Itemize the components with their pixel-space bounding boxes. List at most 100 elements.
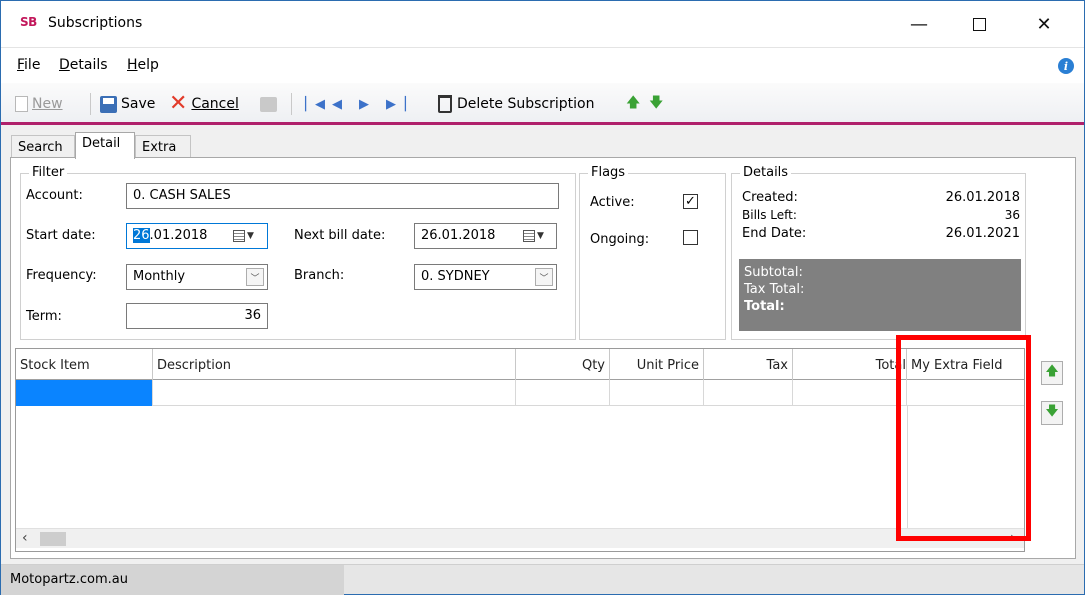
toolbar-separator bbox=[90, 93, 91, 115]
created-row: Created: 26.01.2018 bbox=[742, 190, 1020, 205]
next-record-icon: ▶ bbox=[359, 96, 369, 112]
cell-qty[interactable] bbox=[516, 380, 610, 406]
scrollbar-thumb[interactable] bbox=[40, 532, 66, 546]
move-row-up-button[interactable]: 🡅 bbox=[1041, 361, 1063, 385]
branch-select[interactable]: 0. SYDNEY ﹀ bbox=[414, 264, 557, 290]
new-button[interactable]: New bbox=[15, 93, 63, 115]
column-qty[interactable]: Qty bbox=[516, 349, 610, 380]
last-record-button[interactable]: ▶▕ bbox=[386, 93, 406, 115]
end-date-label: End Date: bbox=[742, 226, 807, 241]
subtotal-label: Subtotal: bbox=[744, 265, 803, 280]
calendar-icon[interactable]: ▼ bbox=[233, 228, 259, 244]
created-label: Created: bbox=[742, 190, 798, 205]
frequency-value: Monthly bbox=[133, 269, 186, 284]
column-total[interactable]: Total bbox=[793, 349, 907, 380]
active-checkbox[interactable]: ✓ bbox=[683, 194, 698, 209]
save-button[interactable]: Save bbox=[100, 93, 155, 115]
menu-help[interactable]: Help bbox=[127, 57, 159, 73]
move-down-button[interactable]: 🡇 bbox=[649, 93, 663, 115]
ongoing-checkbox[interactable] bbox=[683, 230, 698, 245]
properties-button[interactable] bbox=[260, 93, 281, 115]
title-bar: SB Subscriptions — ✕ bbox=[1, 1, 1084, 47]
column-description[interactable]: Description bbox=[153, 349, 516, 380]
properties-icon bbox=[260, 96, 277, 112]
cell-unit-price[interactable] bbox=[610, 380, 704, 406]
branch-label: Branch: bbox=[294, 268, 345, 283]
first-record-button[interactable]: ▏◀ bbox=[305, 93, 325, 115]
created-value: 26.01.2018 bbox=[945, 190, 1020, 205]
close-icon: ✕ bbox=[1036, 13, 1052, 35]
arrow-up-icon: 🡅 bbox=[626, 95, 641, 111]
menu-bar: File Details Help i bbox=[1, 47, 1084, 83]
next-record-button[interactable]: ▶ bbox=[359, 93, 369, 115]
new-icon bbox=[15, 96, 28, 112]
table-row[interactable] bbox=[16, 380, 1024, 406]
flags-legend: Flags bbox=[588, 165, 629, 180]
horizontal-scrollbar[interactable]: ‹ › bbox=[16, 528, 1024, 548]
scroll-left-icon[interactable]: ‹ bbox=[22, 530, 28, 546]
cell-tax[interactable] bbox=[704, 380, 793, 406]
arrow-up-icon: 🡅 bbox=[1045, 364, 1059, 379]
info-icon[interactable]: i bbox=[1058, 58, 1074, 74]
column-tax[interactable]: Tax bbox=[704, 349, 793, 380]
minimize-icon: — bbox=[910, 13, 928, 35]
active-label: Active: bbox=[590, 195, 635, 210]
bills-left-value: 36 bbox=[1004, 208, 1020, 222]
tab-extra[interactable]: Extra bbox=[135, 135, 191, 158]
frequency-select[interactable]: Monthly ﹀ bbox=[126, 264, 268, 290]
bills-left-row: Bills Left: 36 bbox=[742, 208, 1020, 222]
next-bill-date-field[interactable]: 26.01.2018 ▼ bbox=[414, 223, 557, 249]
cancel-icon: ✕ bbox=[169, 91, 188, 116]
filter-legend: Filter bbox=[29, 165, 68, 180]
window-title: Subscriptions bbox=[48, 15, 143, 31]
tab-detail[interactable]: Detail bbox=[75, 132, 135, 159]
previous-record-icon: ◀ bbox=[332, 96, 342, 112]
frequency-label: Frequency: bbox=[26, 268, 97, 283]
close-button[interactable]: ✕ bbox=[1021, 1, 1067, 47]
start-date-value: .01.2018 bbox=[149, 228, 208, 243]
new-button-label: New bbox=[32, 96, 63, 112]
column-unit-price[interactable]: Unit Price bbox=[610, 349, 704, 380]
subscriptions-window: SB Subscriptions — ✕ File Details Help i… bbox=[0, 0, 1085, 595]
ongoing-label: Ongoing: bbox=[590, 232, 650, 247]
arrow-down-icon: 🡇 bbox=[649, 95, 664, 111]
term-label: Term: bbox=[26, 309, 62, 324]
minimize-button[interactable]: — bbox=[896, 1, 942, 47]
line-items-grid[interactable]: Stock Item Description Qty Unit Price Ta… bbox=[15, 348, 1025, 552]
previous-record-button[interactable]: ◀ bbox=[332, 93, 342, 115]
term-field[interactable]: 36 bbox=[126, 303, 268, 329]
cancel-button-label: Cancel bbox=[191, 96, 239, 112]
tax-total-label: Tax Total: bbox=[744, 282, 805, 297]
menu-details[interactable]: Details bbox=[59, 57, 108, 73]
filter-group: Filter Account: 0. CASH SALES Start date… bbox=[20, 165, 576, 340]
end-date-value: 26.01.2021 bbox=[945, 226, 1020, 241]
move-up-button[interactable]: 🡅 bbox=[626, 93, 640, 115]
account-field[interactable]: 0. CASH SALES bbox=[126, 183, 559, 209]
cancel-button[interactable]: ✕ Cancel bbox=[169, 93, 239, 115]
column-stock-item[interactable]: Stock Item bbox=[16, 349, 153, 380]
menu-file[interactable]: File bbox=[17, 57, 40, 73]
details-group: Details Created: 26.01.2018 Bills Left: … bbox=[731, 165, 1026, 340]
save-icon bbox=[100, 95, 117, 113]
calendar-icon[interactable]: ▼ bbox=[523, 228, 549, 244]
tab-search[interactable]: Search bbox=[11, 135, 75, 158]
move-row-down-button[interactable]: 🡇 bbox=[1041, 401, 1063, 425]
totals-panel: Subtotal: Tax Total: Total: bbox=[739, 259, 1021, 331]
status-company: Motopartz.com.au bbox=[1, 565, 344, 595]
save-button-label: Save bbox=[121, 96, 156, 112]
end-date-row: End Date: 26.01.2021 bbox=[742, 226, 1020, 241]
cell-stock-item[interactable] bbox=[16, 380, 153, 406]
cell-description[interactable] bbox=[153, 380, 516, 406]
bills-left-label: Bills Left: bbox=[742, 208, 797, 222]
details-legend: Details bbox=[740, 165, 792, 180]
delete-subscription-button[interactable]: Delete Subscription bbox=[438, 93, 594, 115]
start-date-field[interactable]: 26.01.2018 ▼ bbox=[126, 223, 268, 249]
maximize-button[interactable] bbox=[956, 1, 1002, 47]
chevron-down-icon[interactable]: ﹀ bbox=[535, 268, 553, 286]
trash-icon bbox=[438, 95, 452, 113]
status-bar: Motopartz.com.au bbox=[1, 564, 1084, 595]
branch-value: 0. SYDNEY bbox=[421, 269, 490, 284]
cell-total[interactable] bbox=[793, 380, 907, 406]
chevron-down-icon[interactable]: ﹀ bbox=[246, 268, 264, 286]
next-bill-date-value: 26.01.2018 bbox=[421, 228, 496, 243]
